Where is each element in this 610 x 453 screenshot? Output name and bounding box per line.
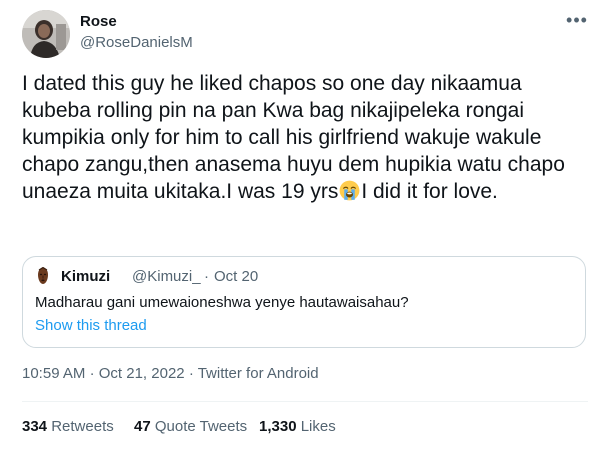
author-avatar[interactable] — [22, 10, 70, 58]
quote-tweets-stat[interactable]: 47 Quote Tweets — [134, 418, 247, 436]
retweets-label: Retweets — [51, 418, 114, 435]
african-mask-avatar-icon[interactable] — [34, 267, 52, 285]
likes-count: 1,330 — [259, 418, 297, 435]
quote-tweets-count: 47 — [134, 418, 151, 435]
meta-separator: · — [89, 365, 95, 382]
loudly-crying-face-icon — [339, 180, 360, 201]
quoted-date[interactable]: Oct 20 — [214, 268, 258, 285]
likes-label: Likes — [300, 418, 336, 435]
quoted-tweet[interactable]: Kimuzi @Kimuzi_ · Oct 20 Madharau gani u… — [22, 256, 586, 348]
profile-photo-icon — [22, 10, 70, 58]
quoted-text: Madharau gani umewaioneshwa yenye hautaw… — [35, 294, 409, 311]
author-display-name[interactable]: Rose — [80, 13, 117, 31]
more-options-icon[interactable]: ••• — [566, 11, 588, 32]
quoted-display-name[interactable]: Kimuzi — [61, 268, 110, 285]
divider — [22, 401, 588, 402]
quoted-handle[interactable]: @Kimuzi_ — [132, 268, 201, 285]
tweet: Rose @RoseDanielsM ••• I dated this guy … — [0, 0, 610, 453]
tweet-text-part-2: I did it for love. — [361, 180, 498, 203]
quoted-separator: · — [204, 268, 209, 285]
retweets-count: 334 — [22, 418, 48, 435]
tweet-source[interactable]: Twitter for Android — [198, 365, 319, 382]
retweets-stat[interactable]: 334 Retweets — [22, 418, 114, 436]
tweet-metadata: 10:59 AM · Oct 21, 2022 · Twitter for An… — [22, 365, 319, 383]
tweet-text: I dated this guy he liked chapos so one … — [22, 70, 592, 205]
show-thread-link[interactable]: Show this thread — [35, 317, 147, 335]
meta-separator: · — [188, 365, 194, 382]
tweet-date[interactable]: Oct 21, 2022 — [99, 365, 185, 382]
author-handle[interactable]: @RoseDanielsM — [80, 34, 193, 52]
quote-tweets-label: Quote Tweets — [154, 418, 248, 435]
tweet-time[interactable]: 10:59 AM — [22, 365, 85, 382]
likes-stat[interactable]: 1,330 Likes — [259, 418, 336, 436]
